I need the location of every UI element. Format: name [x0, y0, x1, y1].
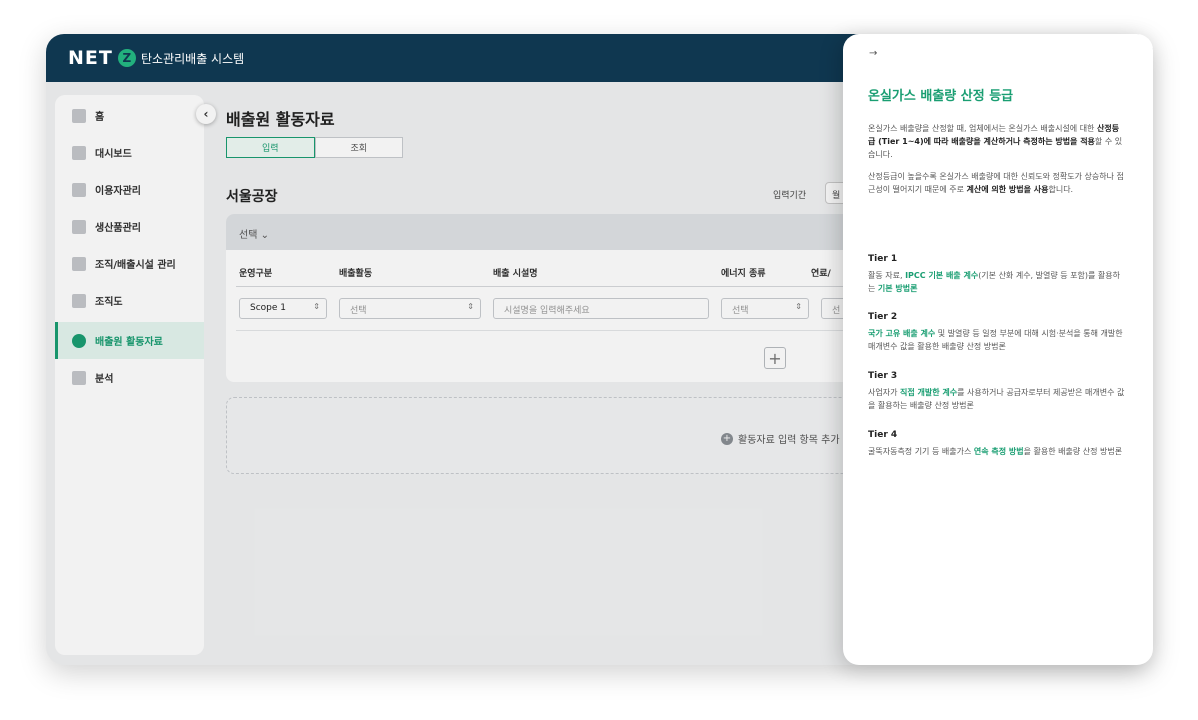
page-title: 배출원 활동자료	[226, 110, 335, 129]
tier-title: Tier 1	[868, 254, 898, 264]
sidebar-item-dashboard[interactable]: 대시보드	[55, 134, 204, 171]
tier-highlight: 기본 방법론	[877, 284, 918, 293]
box-icon	[72, 219, 86, 234]
home-icon	[72, 108, 86, 123]
activity-card: 선택 ⌄ 운영구분 배출활동 배출 시설명 에너지 종류 연료/ Scope 1…	[226, 214, 866, 382]
tier-highlight: 국가 고유 배출 계수	[868, 329, 936, 338]
stepper-icon: ⇕	[313, 302, 320, 311]
plant-name: 서울공장	[226, 189, 278, 205]
tier-description: 국가 고유 배출 계수 및 발열량 등 일정 부분에 대해 시험·분석을 통해 …	[868, 327, 1126, 353]
row-divider	[236, 330, 856, 331]
sidebar-item-label: 홈	[95, 112, 105, 123]
period-label: 입력기간	[773, 191, 807, 201]
sidebar-item-analysis[interactable]: 분석	[55, 359, 204, 396]
drawer-title: 온실가스 배출량 산정 등급	[868, 89, 1014, 104]
energy-value: 선택	[732, 306, 749, 316]
sidebar-item-activity-data[interactable]: 배출원 활동자료	[55, 322, 204, 359]
tier-text: 굴뚝자동측정 기기 등 배출가스	[868, 447, 974, 456]
energy-select[interactable]: 선택 ⇕	[721, 298, 809, 319]
app-title: 탄소관리배출 시스템	[141, 52, 245, 66]
sidebar-item-label: 대시보드	[95, 149, 132, 160]
tier-text: 사업자가	[868, 388, 900, 397]
sidebar-item-label: 이용자관리	[95, 186, 141, 197]
tab-input[interactable]: 입력	[226, 137, 315, 158]
intro-text: 온실가스 배출량을 산정할 때, 업체에서는 온실가스 배출시설에 대한	[868, 124, 1097, 133]
chart-icon	[72, 293, 86, 308]
leaf-icon	[72, 333, 86, 348]
tier-highlight: IPCC 기본 배출 계수	[905, 271, 979, 280]
intro-text: 합니다.	[1048, 185, 1074, 194]
close-arrow-icon[interactable]: →	[869, 48, 877, 59]
info-drawer: → 온실가스 배출량 산정 등급 온실가스 배출량을 산정할 때, 업체에서는 …	[843, 34, 1153, 665]
tier-title: Tier 3	[868, 371, 898, 381]
tier-description: 활동 자료, IPCC 기본 배출 계수(기본 산화 계수, 발열량 등 포함)…	[868, 269, 1126, 295]
add-section-label: 활동자료 입력 항목 추가	[738, 435, 840, 446]
header-divider	[236, 286, 856, 287]
intro-emphasis: 계산에 의한 방법을 사용	[966, 185, 1049, 194]
column-header: 에너지 종류	[721, 269, 766, 279]
intro-paragraph-2: 산정등급이 높을수록 온실가스 배출량에 대한 신뢰도와 정확도가 상승하나 접…	[868, 170, 1126, 196]
sidebar-item-label: 조직/배출시설 관리	[95, 260, 176, 271]
facility-name-input[interactable]: 시설명을 입력해주세요	[493, 298, 709, 319]
sidebar-item-label: 분석	[95, 374, 114, 385]
users-icon	[72, 182, 86, 197]
tier-text: 활동 자료,	[868, 271, 906, 280]
add-section-button[interactable]: + 활동자료 입력 항목 추가	[721, 431, 840, 446]
sidebar-item-label: 배출원 활동자료	[95, 337, 163, 348]
tier-description: 사업자가 직접 개발한 계수를 사용하거나 공급자로부터 제공받은 매개변수 값…	[868, 386, 1126, 412]
sidebar: 홈 대시보드 이용자관리 생산품관리 조직/배출시설 관리 조직도 배출원 활동…	[55, 95, 204, 655]
tier-highlight: 연속 측정 방법	[973, 447, 1024, 456]
tier-description: 굴뚝자동측정 기기 등 배출가스 연속 측정 방법을 활용한 배출량 산정 방법…	[868, 445, 1126, 458]
sidebar-item-org-chart[interactable]: 조직도	[55, 282, 204, 319]
column-header: 배출 시설명	[493, 269, 538, 279]
tab-group: 입력 조회	[226, 137, 403, 158]
add-section-area[interactable]: + 활동자료 입력 항목 추가	[226, 397, 866, 474]
stepper-icon: ⇕	[467, 302, 474, 311]
scope-value: Scope 1	[250, 303, 287, 313]
sidebar-item-label: 조직도	[95, 297, 123, 308]
sidebar-item-label: 생산품관리	[95, 223, 141, 234]
stepper-icon: ⇕	[795, 302, 802, 311]
analysis-icon	[72, 370, 86, 385]
activity-value: 선택	[350, 306, 367, 316]
logo-text: NET	[68, 47, 113, 69]
tab-view[interactable]: 조회	[314, 137, 403, 158]
sidebar-collapse-button[interactable]: ‹	[196, 104, 216, 124]
facility-placeholder: 시설명을 입력해주세요	[504, 306, 590, 316]
tier-highlight: 직접 개발한 계수	[899, 388, 958, 397]
sidebar-item-org-facility[interactable]: 조직/배출시설 관리	[55, 245, 204, 282]
plus-circle-icon: +	[721, 432, 733, 445]
card-select[interactable]: 선택 ⌄	[226, 214, 866, 250]
activity-select[interactable]: 선택 ⇕	[339, 298, 481, 319]
logo-leaf-icon: Z	[117, 49, 136, 67]
add-row-button[interactable]: +	[764, 347, 786, 369]
sidebar-item-home[interactable]: 홈	[55, 97, 204, 134]
column-header: 운영구분	[239, 269, 273, 279]
org-icon	[72, 256, 86, 271]
scope-select[interactable]: Scope 1 ⇕	[239, 298, 327, 319]
logo[interactable]: NET Z	[68, 47, 136, 69]
tier-title: Tier 4	[868, 430, 898, 440]
intro-paragraph-1: 온실가스 배출량을 산정할 때, 업체에서는 온실가스 배출시설에 대한 산정등…	[868, 122, 1126, 161]
tier-title: Tier 2	[868, 312, 898, 322]
tier-text: 을 활용한 배출량 산정 방법론	[1023, 447, 1123, 456]
column-header: 배출활동	[339, 269, 373, 279]
dashboard-icon	[72, 145, 86, 160]
sidebar-item-products[interactable]: 생산품관리	[55, 208, 204, 245]
column-header: 연료/	[811, 269, 831, 279]
sidebar-item-users[interactable]: 이용자관리	[55, 171, 204, 208]
fuel-value: 선	[832, 306, 841, 316]
